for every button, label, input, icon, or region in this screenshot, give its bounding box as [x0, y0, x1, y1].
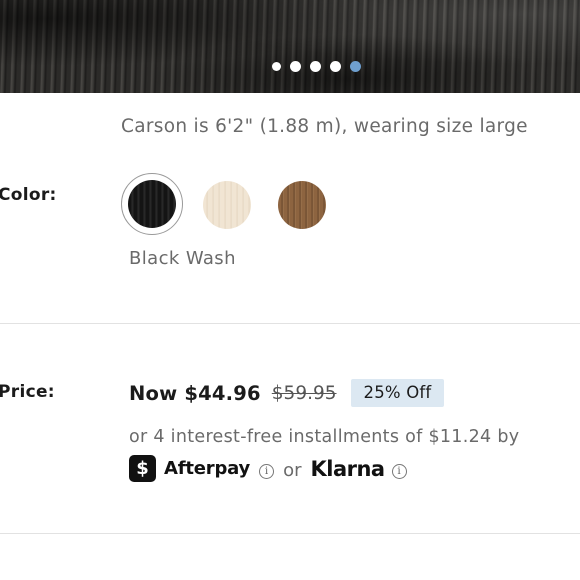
price-label: Price: — [0, 382, 55, 402]
gallery-pagination — [272, 61, 361, 72]
price-row: Now $44.96 $59.95 25% Off — [129, 379, 445, 407]
color-swatch-cream[interactable] — [203, 181, 251, 229]
original-price: $59.95 — [271, 382, 337, 404]
installments-text: or 4 interest-free installments of $11.2… — [129, 427, 520, 447]
swatch-black-wash[interactable] — [128, 180, 176, 228]
afterpay-info-icon[interactable]: i — [259, 463, 275, 479]
product-image[interactable] — [0, 0, 580, 93]
color-label: Color: — [0, 185, 57, 205]
color-swatch-black-wash-selected[interactable] — [121, 173, 183, 235]
klarna-info-icon[interactable]: i — [391, 463, 407, 479]
afterpay-logo-icon: $ — [129, 455, 156, 482]
klarna-wordmark: Klarna — [310, 456, 385, 481]
bnpl-providers: $ Afterpay i or Klarna i — [129, 455, 407, 482]
gallery-dot-4[interactable] — [330, 61, 341, 72]
afterpay-wordmark: Afterpay — [164, 458, 251, 479]
section-divider — [0, 533, 580, 534]
gallery-dot-3[interactable] — [310, 61, 321, 72]
gallery-dot-1[interactable] — [272, 62, 281, 71]
color-swatch-brown[interactable] — [278, 181, 326, 229]
gallery-dot-2[interactable] — [290, 61, 301, 72]
sale-price: Now $44.96 — [129, 381, 261, 405]
or-text: or — [283, 459, 302, 481]
section-divider — [0, 323, 580, 324]
gallery-dot-5-active[interactable] — [350, 61, 361, 72]
model-size-note: Carson is 6'2" (1.88 m), wearing size la… — [121, 116, 528, 137]
discount-badge: 25% Off — [350, 379, 445, 407]
selected-color-name: Black Wash — [129, 248, 236, 269]
